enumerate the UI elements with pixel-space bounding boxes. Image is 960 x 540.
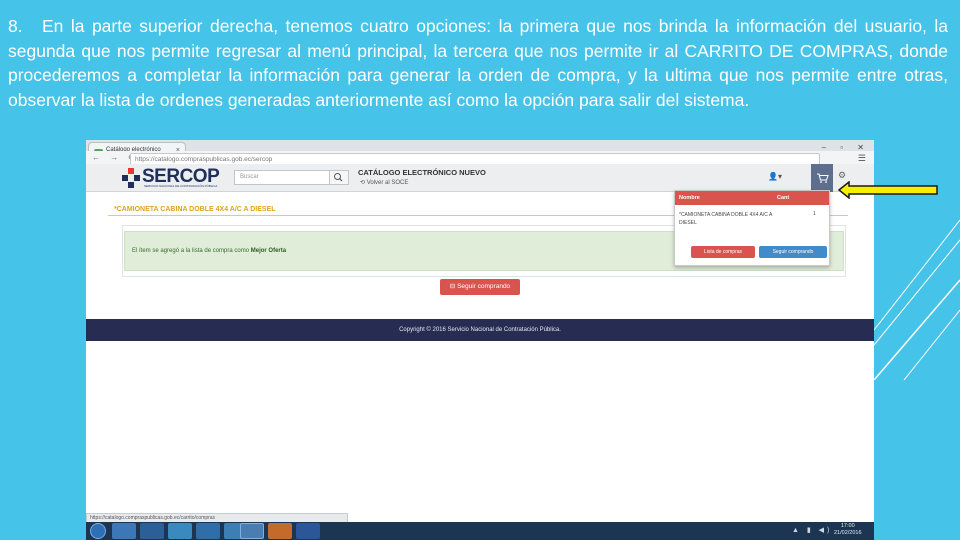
shopping-list-label: Lista de compras xyxy=(703,249,743,255)
continue-shopping-button[interactable]: ⊟ Seguir comprando xyxy=(440,279,520,295)
cart-item-name[interactable]: *CAMIONETA CABINA DOBLE 4X4 A/C A DIESEL xyxy=(679,211,789,227)
app-taskbar-icon[interactable] xyxy=(168,523,192,539)
search-button[interactable] xyxy=(330,170,349,185)
logo-subtitle: SERVICIO NACIONAL DE CONTRATACIÓN PÚBLIC… xyxy=(144,184,218,188)
media-player-taskbar-icon[interactable] xyxy=(140,523,164,539)
cart-dropdown-header: Nombre Cant xyxy=(675,191,829,205)
cart-button[interactable] xyxy=(811,164,833,192)
step-number: 8. xyxy=(8,16,23,36)
search-input[interactable]: Buscar xyxy=(234,170,330,185)
slide-instruction: 8. En la parte superior derecha, tenemos … xyxy=(8,14,948,112)
app-taskbar-icon-2[interactable] xyxy=(196,523,220,539)
clock-time: 17:00 xyxy=(840,523,855,529)
catalog-title: CATÁLOGO ELECTRÓNICO NUEVO xyxy=(358,168,486,177)
site-header: SERCOP SERVICIO NACIONAL DE CONTRATACIÓN… xyxy=(86,164,874,192)
start-button[interactable] xyxy=(90,523,106,539)
cart-icon xyxy=(817,173,829,183)
alert-text: El ítem se agregó a la lista de compra c… xyxy=(132,248,251,254)
word-taskbar-icon[interactable] xyxy=(296,523,320,539)
decorative-lines xyxy=(874,219,960,380)
alert-bold-text: Mejor Oferta xyxy=(250,248,287,254)
browser-screenshot: Catálogo electrónico × – ▫ ✕ ← → ⟳ https… xyxy=(86,140,874,540)
user-menu-icon[interactable]: 👤▾ xyxy=(768,172,782,181)
cart-item-qty: 1 xyxy=(813,211,816,217)
dropdown-continue-label: Seguir comprando xyxy=(772,249,814,255)
chrome-taskbar-icon[interactable] xyxy=(240,523,264,539)
cart-small-icon: ⊟ xyxy=(449,283,458,290)
yellow-arrow-icon xyxy=(838,181,938,199)
back-to-soce-link[interactable]: ⟲ Volver al SOCE xyxy=(360,179,408,186)
product-title: *CAMIONETA CABINA DOBLE 4X4 A/C A DIESEL xyxy=(114,206,276,213)
cart-dropdown: Nombre Cant *CAMIONETA CABINA DOBLE 4X4 … xyxy=(674,190,830,266)
continue-shopping-label: Seguir comprando xyxy=(457,283,511,290)
windows-taskbar: ▲ ▮ ◀) 17:00 21/02/2016 xyxy=(86,522,874,540)
browser-menu-icon[interactable]: ☰ xyxy=(858,153,866,164)
gear-icon[interactable]: ⚙ xyxy=(838,170,846,181)
column-name-header: Nombre xyxy=(679,195,700,201)
site-footer: Copyright © 2016 Servicio Nacional de Co… xyxy=(86,319,874,341)
shopping-list-button[interactable]: Lista de compras xyxy=(691,246,755,258)
dropdown-continue-button[interactable]: Seguir comprando xyxy=(759,246,827,258)
clock-date: 21/02/2016 xyxy=(834,530,862,536)
sercop-logo-icon xyxy=(122,168,140,188)
system-clock[interactable]: 17:00 21/02/2016 xyxy=(834,523,862,537)
firefox-taskbar-icon[interactable] xyxy=(268,523,292,539)
system-tray-icons[interactable]: ▲ ▮ ◀) xyxy=(792,526,832,534)
column-qty-header: Cant xyxy=(777,195,790,201)
explorer-taskbar-icon[interactable] xyxy=(112,523,136,539)
search-icon xyxy=(334,173,343,182)
instruction-text: En la parte superior derecha, tenemos cu… xyxy=(8,16,948,110)
